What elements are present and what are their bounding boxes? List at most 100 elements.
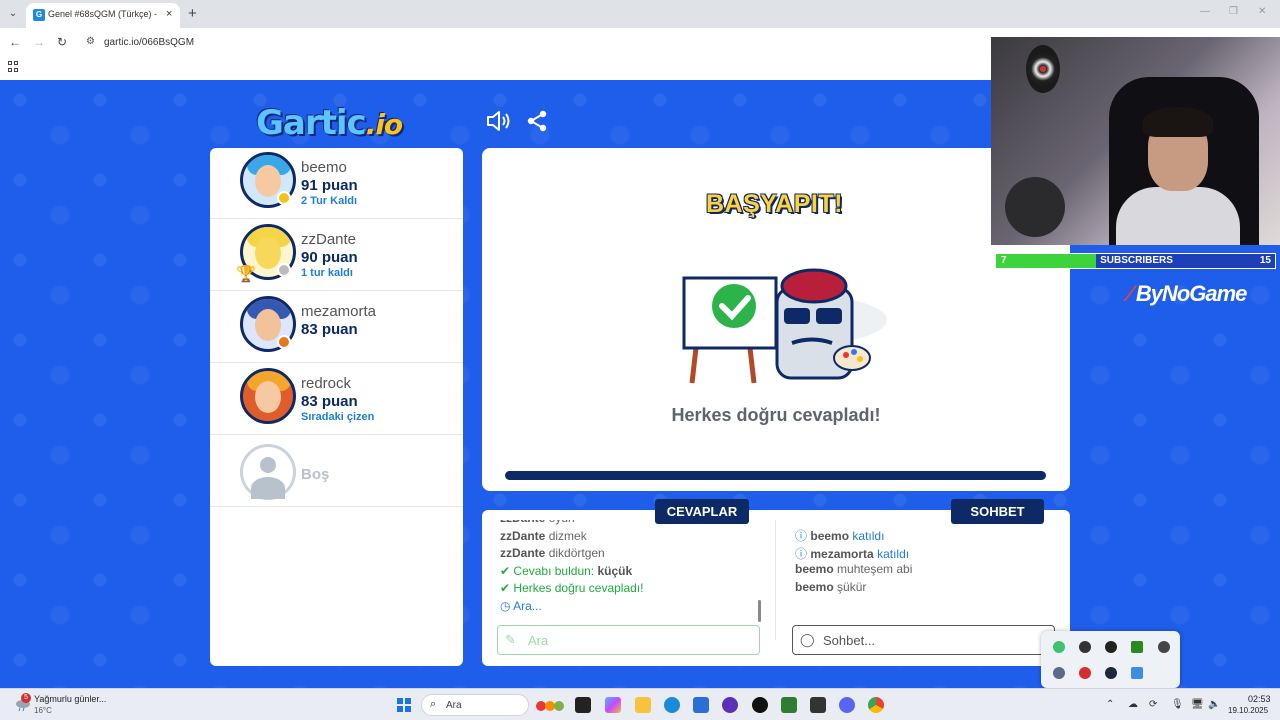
start-button[interactable] [397, 698, 411, 712]
app-icon[interactable] [810, 697, 826, 713]
status-badge [277, 191, 291, 205]
chat-input[interactable]: ◯ Sohbet... [792, 625, 1055, 655]
restore-icon[interactable]: ❐ [1229, 6, 1238, 17]
discord-icon[interactable] [839, 697, 855, 713]
player-row[interactable]: redrock 83 puan Sıradaki çizen [210, 364, 463, 435]
tray-app-icon[interactable] [1053, 667, 1065, 679]
player-score: 83 puan [301, 393, 358, 410]
answers-list: zzDante oyun zzDante dizmek zzDante dikd… [500, 520, 762, 624]
forward-icon[interactable]: → [33, 35, 45, 49]
store-icon[interactable] [693, 697, 709, 713]
list-item: ✔ Herkes doğru cevapladı! [500, 581, 644, 595]
app-icon[interactable] [781, 697, 797, 713]
microphone-icon[interactable]: 🎙 [1171, 699, 1184, 710]
player-score: 83 puan [301, 321, 358, 338]
dartboard [1026, 45, 1060, 93]
tray-steam-icon[interactable] [1105, 667, 1117, 679]
tray-app-icon[interactable] [1158, 641, 1170, 653]
player-name: beemo [301, 159, 347, 176]
webcam-overlay [991, 37, 1280, 245]
weather-temp: 16°C [34, 706, 52, 715]
player-name: zzDante [301, 231, 357, 248]
app-icon[interactable] [722, 697, 738, 713]
taskbar: 5 Yağmurlu günler... 16°C ⌕ Ara ⌃ ☁ ⟳ 🎙 … [0, 688, 1280, 720]
tray-status-icon[interactable] [1053, 641, 1065, 653]
list-item: beemo muhteşem abi [795, 562, 913, 576]
tray-app-icon[interactable] [1131, 667, 1143, 679]
player-note: 2 Tur Kaldı [301, 195, 358, 207]
weather-badge: 5 [21, 693, 31, 703]
close-window-icon[interactable]: ✕ [1258, 6, 1266, 17]
streamer-body [1116, 187, 1240, 245]
taskbar-search[interactable]: ⌕ Ara [421, 694, 529, 716]
round-result-message: Herkes doğru cevapladı! [671, 405, 881, 425]
weather-text[interactable]: Yağmurlu günler... [34, 694, 106, 704]
subscriber-label: SUBSCRIBERS [1100, 255, 1173, 266]
list-item: ◷ Ara... [500, 598, 542, 613]
player-row[interactable]: 🏆 zzDante 90 puan 1 tur kaldı [210, 220, 463, 291]
edge-icon[interactable] [664, 697, 680, 713]
list-item: zzDante dikdörtgen [500, 546, 605, 560]
tab-title: Genel #68sQGM (Türkçe) - Gartic.io [48, 9, 160, 19]
browser-tab[interactable]: G Genel #68sQGM (Türkçe) - Gartic.io × [26, 3, 180, 28]
logo-text: Gartic [256, 103, 367, 143]
sync-icon[interactable]: ⟳ [1149, 699, 1157, 710]
sound-icon[interactable] [486, 110, 512, 132]
search-icon: ⌕ [430, 698, 437, 710]
player-name: redrock [301, 375, 352, 392]
answers-chat-panel: CEVAPLAR SOHBET zzDante oyun zzDante diz… [482, 499, 1070, 666]
info-icon: ⓘ [795, 546, 808, 561]
microphone [1005, 177, 1065, 237]
volume-icon[interactable]: 🔈 [1208, 699, 1220, 710]
answer-input[interactable]: ✎ Ara [497, 625, 760, 655]
back-icon[interactable]: ← [9, 35, 21, 49]
share-icon[interactable] [526, 110, 548, 132]
minimize-icon[interactable]: — [1200, 6, 1210, 17]
site-info-icon[interactable]: ⚙ [86, 36, 98, 48]
show-hidden-icons[interactable]: ⌃ [1106, 699, 1114, 710]
reload-icon[interactable]: ↻ [57, 35, 67, 49]
tab-chat[interactable]: SOHBET [951, 499, 1044, 524]
chrome-icon[interactable] [868, 697, 884, 713]
tray-nvidia-icon[interactable] [1131, 641, 1143, 653]
network-icon[interactable]: 🖥 [1191, 699, 1204, 710]
obs-icon[interactable] [752, 697, 768, 713]
fruits-app-icon[interactable] [535, 697, 564, 713]
gartic-logo: Gartic.io [256, 103, 403, 143]
tray-app-icon[interactable] [1105, 641, 1117, 653]
new-tab-button[interactable]: + [188, 5, 197, 22]
close-tab-icon[interactable]: × [166, 8, 172, 20]
masterpiece-banner: BAŞYAPIT! [706, 190, 843, 218]
clock-time[interactable]: 02:53 [1248, 694, 1271, 704]
clock-date[interactable]: 19.10.2025 [1228, 706, 1268, 715]
empty-avatar-icon [240, 444, 296, 500]
browser-tab-bar: ⌄ G Genel #68sQGM (Türkçe) - Gartic.io ×… [0, 0, 1280, 28]
url-field[interactable]: gartic.io/066BsQGM [104, 37, 194, 48]
pencil-icon: ✎ [505, 632, 516, 647]
list-item: ⓘ beemo katıldı [795, 529, 885, 543]
list-item: ✔ Cevabı buldun: küçük [500, 563, 633, 578]
empty-player-slot: Boş [210, 436, 463, 507]
check-icon: ✔ [500, 563, 511, 578]
player-name: mezamorta [301, 303, 377, 320]
player-score: 91 puan [301, 177, 358, 194]
clock-icon: ◷ [500, 598, 511, 613]
task-view-icon[interactable] [575, 697, 591, 713]
player-row[interactable]: mezamorta 83 puan [210, 292, 463, 363]
cloud-icon[interactable]: ☁ [1128, 699, 1138, 710]
tray-app-icon[interactable] [1079, 641, 1091, 653]
empty-slot-label: Boş [301, 466, 330, 483]
list-item: beemo şükür [795, 579, 867, 594]
brand-text: ByNoGame [1135, 281, 1248, 306]
copilot-icon[interactable] [605, 697, 621, 713]
avatar [240, 368, 296, 424]
player-row[interactable]: beemo 91 puan 2 Tur Kaldı [210, 148, 463, 219]
player-note: 1 tur kaldı [301, 267, 353, 279]
apps-grid-icon[interactable] [8, 61, 19, 72]
status-badge [277, 335, 291, 349]
chat-list: ⓘ beemo katıldı ⓘ mezamorta katıldı beem… [795, 527, 1055, 597]
answers-scrollbar[interactable] [758, 600, 761, 622]
file-explorer-icon[interactable] [635, 697, 651, 713]
tray-app-icon[interactable] [1079, 667, 1091, 679]
tab-search-icon[interactable]: ⌄ [6, 7, 20, 21]
